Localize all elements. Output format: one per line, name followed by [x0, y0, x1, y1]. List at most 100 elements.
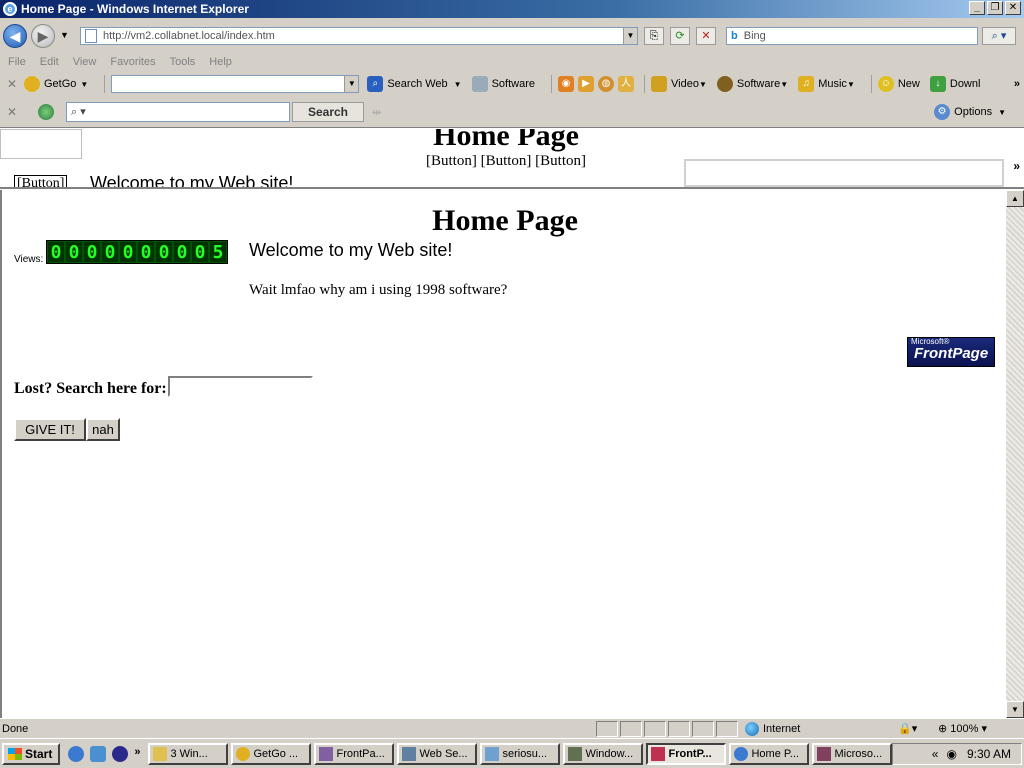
download-button[interactable]: ↓ Downl: [929, 76, 981, 92]
close-button[interactable]: ✕: [1005, 1, 1021, 15]
globe-icon[interactable]: [38, 104, 54, 120]
new-button[interactable]: ☺ New: [877, 76, 920, 92]
video-menu[interactable]: Video ▼: [651, 76, 707, 92]
quick-launch-overflow-icon[interactable]: »: [134, 746, 140, 762]
nah-button[interactable]: nah: [86, 418, 120, 441]
taskbar-button[interactable]: Microso...: [812, 742, 893, 765]
maximize-button[interactable]: ❐: [987, 1, 1003, 15]
browser-chrome: ◀ ▶ ▼ http://vm2.collabnet.local/index.h…: [0, 18, 1024, 128]
page-title: Home Page: [432, 204, 578, 237]
getgo-tray-icon[interactable]: ◉: [946, 747, 956, 761]
counter-digit: 0: [173, 241, 191, 263]
chevron-down-icon: ▼: [453, 79, 462, 89]
scroll-down-icon[interactable]: ▼: [1006, 701, 1024, 718]
views-label: Views:: [14, 254, 44, 265]
options-menu[interactable]: ⚙ Options ▼: [934, 104, 1006, 120]
smiley-icon: ☺: [877, 76, 894, 92]
taskbar-button-active[interactable]: FrontP...: [646, 742, 727, 765]
menu-favorites[interactable]: Favorites: [110, 56, 155, 72]
globe-icon[interactable]: ◍: [598, 76, 614, 92]
counter-digit: 0: [191, 241, 209, 263]
taskbar-button[interactable]: Window...: [563, 742, 644, 765]
software-label: Software: [491, 78, 535, 90]
history-dropdown-icon[interactable]: ▼: [60, 30, 69, 40]
frontpage-badge[interactable]: Microsoft® FrontPage: [907, 337, 995, 367]
software-menu[interactable]: Software ▼: [716, 76, 788, 92]
toolbar-overflow-icon[interactable]: »: [1014, 78, 1020, 90]
scroll-up-icon[interactable]: ▲: [1006, 190, 1024, 207]
security-zone[interactable]: Internet: [745, 722, 800, 736]
taskbar: Start » 3 Win... GetGo ... FrontPa... We…: [0, 738, 1024, 768]
music-menu[interactable]: ♫ Music ▼: [798, 76, 855, 92]
task-label: seriosu...: [502, 747, 548, 760]
compatibility-icon[interactable]: ⎘: [644, 27, 664, 45]
menu-help[interactable]: Help: [209, 56, 232, 72]
software-menu-label: Software: [736, 78, 781, 90]
bing-search-input[interactable]: b Bing: [726, 27, 978, 45]
frame-welcome-text: Welcome to my Web site!: [90, 173, 294, 189]
globe-icon: [745, 722, 759, 736]
ie-icon[interactable]: [68, 745, 85, 762]
close-toolbar-icon[interactable]: ✕: [0, 105, 24, 119]
task-label: FrontP...: [668, 747, 712, 760]
options-label: Options: [954, 106, 993, 118]
taskbar-button[interactable]: FrontPa...: [314, 742, 395, 765]
tray-overflow-icon[interactable]: «: [932, 747, 939, 761]
window-title-bar[interactable]: e Home Page - Windows Internet Explorer …: [0, 0, 1024, 18]
forward-button[interactable]: ▶: [31, 24, 55, 48]
address-bar[interactable]: http://vm2.collabnet.local/index.htm ▼: [80, 27, 638, 45]
vertical-scrollbar[interactable]: ▲ ▼: [1006, 190, 1024, 718]
getgo-button[interactable]: GetGo ▼: [24, 76, 88, 92]
close-toolbar-icon[interactable]: ✕: [0, 77, 24, 91]
taskbar-button[interactable]: 3 Win...: [148, 742, 229, 765]
taskbar-button[interactable]: Home P...: [729, 742, 810, 765]
zoom-level[interactable]: ⊕ 100% ▾: [938, 722, 987, 735]
counter-digit: 0: [47, 241, 65, 263]
search-go-button[interactable]: ⌕ ▾: [982, 27, 1016, 45]
combo-dropdown-icon[interactable]: ▼: [344, 76, 359, 92]
taskbar-button[interactable]: seriosu...: [480, 742, 561, 765]
download-label: Downl: [949, 78, 981, 90]
site-search-input[interactable]: [168, 376, 313, 397]
give-it-button[interactable]: GIVE IT!: [14, 418, 86, 441]
taskbar-button[interactable]: GetGo ...: [231, 742, 312, 765]
address-dropdown-icon[interactable]: ▼: [623, 28, 637, 44]
minimize-button[interactable]: _: [969, 1, 985, 15]
software-button[interactable]: Software: [471, 76, 535, 92]
new-label: New: [897, 78, 920, 90]
task-label: Window...: [585, 747, 634, 760]
window-title: Home Page - Windows Internet Explorer: [21, 2, 249, 16]
magnifier-icon: ⌕: [367, 76, 384, 92]
person-icon[interactable]: 人: [618, 76, 634, 92]
stop-icon[interactable]: ✕: [696, 27, 716, 45]
menu-tools[interactable]: Tools: [170, 56, 196, 72]
grip-icon[interactable]: ⇹: [372, 106, 381, 119]
toolbar-search-combo[interactable]: ▼: [111, 75, 360, 93]
outlook-icon[interactable]: [90, 745, 107, 762]
menu-edit[interactable]: Edit: [40, 56, 59, 72]
refresh-icon[interactable]: ⟳: [670, 27, 690, 45]
rss-icon[interactable]: ◉: [558, 76, 574, 92]
media-player-icon[interactable]: [112, 745, 129, 762]
menu-file[interactable]: File: [8, 56, 26, 72]
video-camera-icon[interactable]: ▶: [578, 76, 594, 92]
separator: [870, 75, 872, 93]
video-label: Video: [671, 78, 699, 90]
protected-mode-icon[interactable]: 🔒▾: [898, 722, 917, 735]
toolbar-search-button[interactable]: Search: [292, 102, 364, 122]
toolbar-search-input[interactable]: ⌕ ▾: [66, 102, 290, 122]
counter-digit: 0: [155, 241, 173, 263]
taskbar-button[interactable]: Web Se...: [397, 742, 478, 765]
start-button[interactable]: Start: [2, 742, 61, 765]
clock[interactable]: 9:30 AM: [967, 747, 1011, 761]
frame-left-button[interactable]: [Button]: [14, 175, 68, 187]
search-web-button[interactable]: ⌕ Search Web ▼: [367, 76, 462, 92]
separator: [644, 75, 645, 93]
status-panel: [596, 721, 618, 737]
getgo-icon: [24, 76, 40, 92]
bing-icon: b: [731, 30, 738, 42]
back-button[interactable]: ◀: [3, 24, 27, 48]
chevron-right-icon[interactable]: »: [1013, 159, 1020, 173]
status-bar: Done Internet 🔒▾ ⊕ 100% ▾: [0, 718, 1024, 738]
menu-view[interactable]: View: [73, 56, 97, 72]
